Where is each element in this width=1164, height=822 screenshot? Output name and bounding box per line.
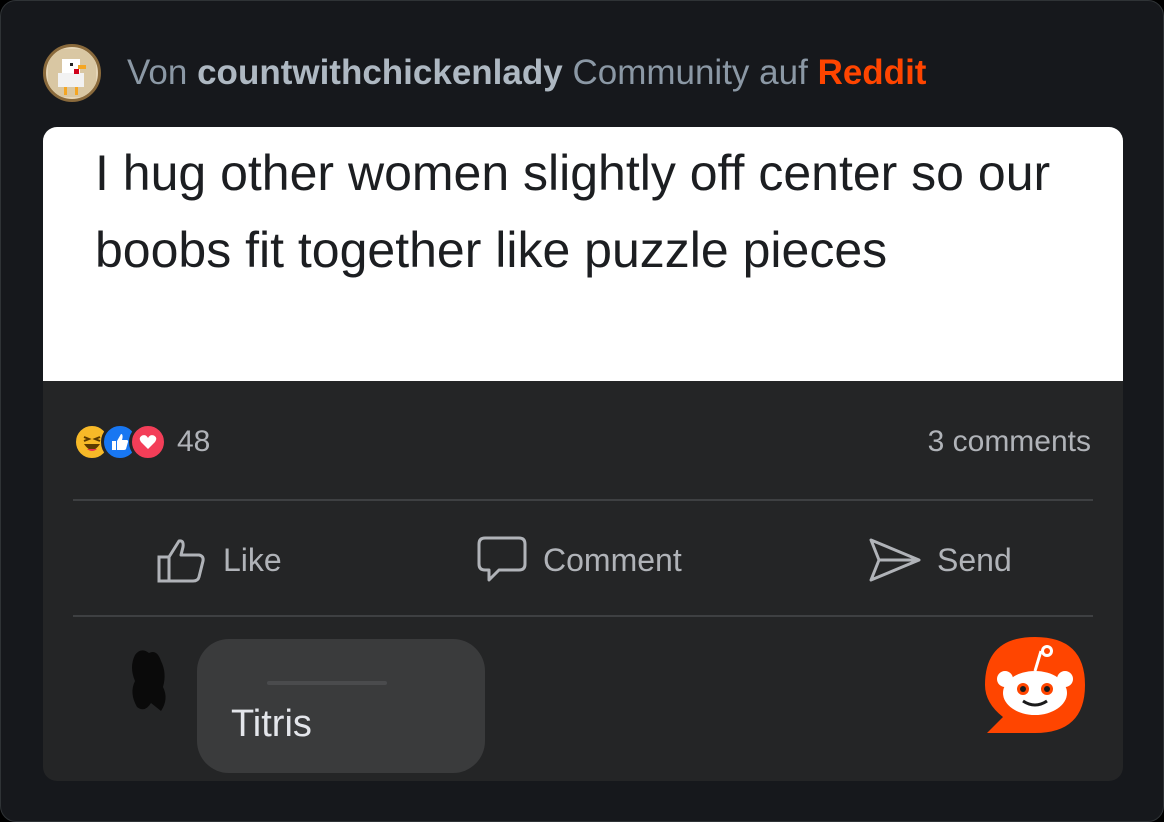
send-arrow-icon <box>869 538 921 582</box>
love-reaction-icon <box>129 423 167 461</box>
commenter-avatar[interactable] <box>127 647 173 717</box>
reactions-summary[interactable]: 48 <box>73 423 210 461</box>
send-label: Send <box>937 541 1012 578</box>
reddit-link[interactable]: Reddit <box>818 53 927 92</box>
divider <box>73 499 1093 501</box>
facebook-post-screenshot: I hug other women slightly off center so… <box>43 127 1123 781</box>
comment-bubble-icon <box>477 536 527 582</box>
post-text-area: I hug other women slightly off center so… <box>43 127 1123 381</box>
post-text: I hug other women slightly off center so… <box>95 145 1051 278</box>
redacted-commenter-name <box>267 681 387 685</box>
header-prefix: Von <box>127 53 188 92</box>
reddit-embed-card: Von countwithchickenlady Community auf R… <box>0 0 1164 822</box>
comment-button[interactable]: Comment <box>475 532 682 588</box>
community-username-link[interactable]: countwithchickenlady <box>197 53 563 92</box>
reddit-logo-icon[interactable] <box>981 633 1089 739</box>
like-label: Like <box>223 541 282 578</box>
embed-header: Von countwithchickenlady Community auf R… <box>43 43 926 103</box>
comments-count-link[interactable]: 3 comments <box>928 425 1091 459</box>
header-text: Von countwithchickenlady Community auf R… <box>127 53 926 93</box>
thumbs-up-icon <box>157 539 205 583</box>
comment-bubble: Titris <box>197 639 485 773</box>
header-middle: Community auf <box>572 53 808 92</box>
comment-label: Comment <box>543 541 682 578</box>
like-button[interactable]: Like <box>155 532 282 588</box>
reaction-count: 48 <box>177 425 211 458</box>
chicken-avatar-icon[interactable] <box>43 44 101 102</box>
comment-text: Titris <box>231 703 312 745</box>
send-button[interactable]: Send <box>867 532 1012 588</box>
divider <box>73 615 1093 617</box>
